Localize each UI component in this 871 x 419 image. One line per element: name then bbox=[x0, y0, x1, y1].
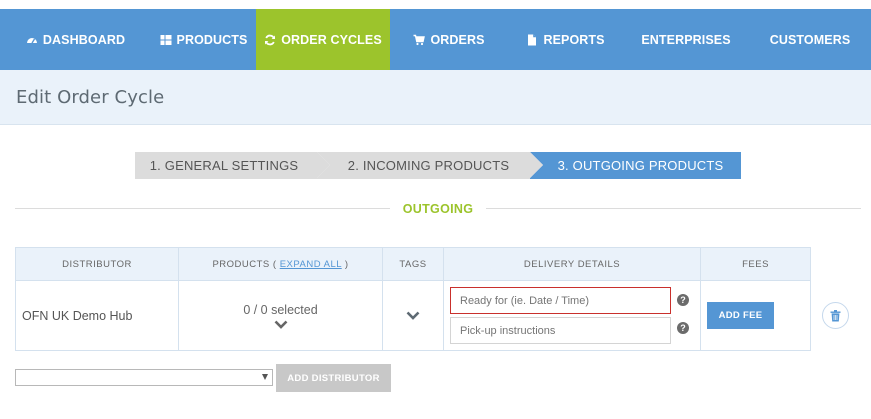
nav-customers[interactable]: CUSTOMERS bbox=[749, 9, 871, 70]
step-incoming-products[interactable]: 2. INCOMING PRODUCTS bbox=[317, 152, 543, 179]
header-distributor: DISTRIBUTOR bbox=[15, 247, 179, 281]
nav-customers-label: CUSTOMERS bbox=[769, 32, 851, 47]
nav-enterprises[interactable]: ENTERPRISES bbox=[623, 9, 749, 70]
tags-chevron-down-icon[interactable] bbox=[406, 311, 420, 320]
table-row: OFN UK Demo Hub 0 / 0 selected ? ? ADD F… bbox=[15, 280, 811, 351]
header-products-prefix: PRODUCTS ( bbox=[212, 258, 277, 270]
products-selected-count: 0 / 0 selected bbox=[243, 302, 318, 317]
add-distributor-button[interactable]: ADD DISTRIBUTOR bbox=[276, 364, 391, 392]
top-strip bbox=[0, 0, 871, 9]
pickup-instructions-input[interactable] bbox=[450, 317, 671, 344]
page-title: Edit Order Cycle bbox=[16, 87, 165, 108]
delivery-details-cell: ? ? bbox=[443, 280, 701, 351]
nav-order-cycles-label: ORDER CYCLES bbox=[281, 32, 382, 47]
header-tags: TAGS bbox=[382, 247, 444, 281]
remove-distributor-button[interactable] bbox=[822, 302, 849, 329]
products-cell[interactable]: 0 / 0 selected bbox=[178, 280, 383, 351]
step-general-settings[interactable]: 1. GENERAL SETTINGS bbox=[135, 152, 330, 179]
main-navbar: DASHBOARD PRODUCTS ORDER CYCLES ORDERS R… bbox=[0, 9, 871, 78]
header-delivery-details: DELIVERY DETAILS bbox=[443, 247, 701, 281]
wizard-steps: 1. GENERAL SETTINGS 2. INCOMING PRODUCTS… bbox=[135, 152, 741, 179]
nav-order-cycles[interactable]: ORDER CYCLES bbox=[256, 9, 390, 78]
nav-dashboard-label: DASHBOARD bbox=[42, 32, 126, 47]
nav-orders[interactable]: ORDERS bbox=[390, 9, 508, 70]
nav-reports[interactable]: REPORTS bbox=[508, 9, 623, 70]
file-icon bbox=[528, 34, 537, 45]
section-divider-right bbox=[486, 208, 861, 209]
section-divider-left bbox=[15, 208, 390, 209]
add-fee-button[interactable]: ADD FEE bbox=[707, 302, 774, 329]
trash-icon bbox=[830, 309, 841, 321]
dashboard-icon bbox=[26, 37, 37, 43]
cart-icon bbox=[413, 34, 426, 45]
refresh-icon bbox=[265, 34, 276, 45]
distributor-select[interactable] bbox=[15, 369, 273, 386]
ready-for-help-icon[interactable]: ? bbox=[677, 294, 689, 306]
fees-cell: ADD FEE bbox=[700, 280, 811, 351]
nav-products-label: PRODUCTS bbox=[176, 32, 248, 47]
distributors-table: DISTRIBUTOR PRODUCTS ( EXPAND ALL ) TAGS… bbox=[15, 247, 811, 351]
header-fees: FEES bbox=[700, 247, 811, 281]
expand-all-link[interactable]: EXPAND ALL bbox=[280, 259, 342, 270]
header-products: PRODUCTS ( EXPAND ALL ) bbox=[178, 247, 383, 281]
nav-reports-label: REPORTS bbox=[543, 32, 605, 47]
section-title: OUTGOING bbox=[402, 202, 474, 216]
grid-icon bbox=[160, 34, 172, 45]
nav-orders-label: ORDERS bbox=[430, 32, 485, 47]
header-products-suffix: ) bbox=[344, 258, 349, 270]
step-incoming-products-label: 2. INCOMING PRODUCTS bbox=[347, 158, 510, 173]
select-arrow-icon bbox=[262, 374, 268, 380]
step-outgoing-products[interactable]: 3. OUTGOING PRODUCTS bbox=[530, 152, 741, 179]
ready-for-input[interactable] bbox=[450, 287, 671, 314]
distributor-name: OFN UK Demo Hub bbox=[15, 280, 179, 351]
pickup-instructions-help-icon[interactable]: ? bbox=[677, 322, 689, 334]
nav-enterprises-label: ENTERPRISES bbox=[641, 32, 731, 47]
nav-products[interactable]: PRODUCTS bbox=[151, 9, 256, 70]
step-outgoing-products-label: 3. OUTGOING PRODUCTS bbox=[557, 158, 724, 173]
chevron-down-icon[interactable] bbox=[274, 320, 288, 329]
table-header-row: DISTRIBUTOR PRODUCTS ( EXPAND ALL ) TAGS… bbox=[15, 247, 811, 281]
step-general-settings-label: 1. GENERAL SETTINGS bbox=[149, 158, 299, 173]
nav-dashboard[interactable]: DASHBOARD bbox=[0, 9, 151, 70]
tags-cell[interactable] bbox=[382, 280, 444, 351]
page-header: Edit Order Cycle bbox=[0, 70, 871, 125]
